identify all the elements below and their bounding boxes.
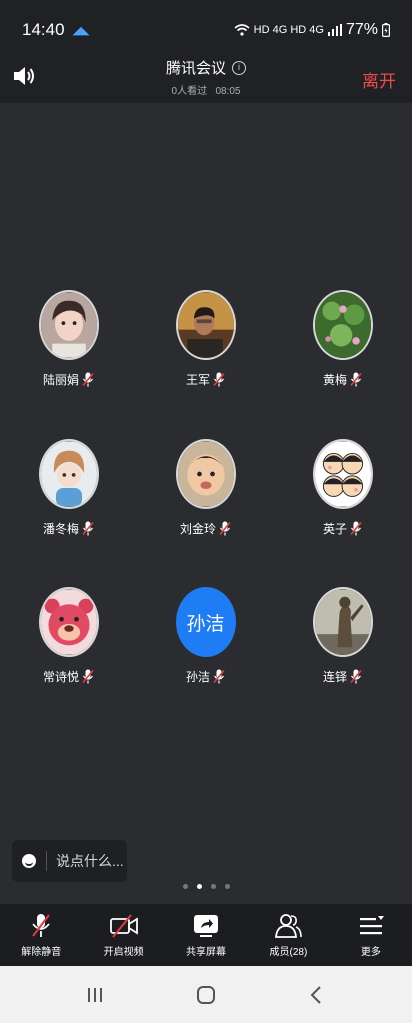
recent-apps-icon[interactable]	[84, 984, 106, 1006]
page-dot[interactable]	[210, 884, 216, 889]
mic-muted-icon	[350, 372, 362, 387]
mic-muted-icon	[219, 521, 231, 536]
member-tile[interactable]: 刘金玲	[137, 439, 274, 537]
more-label: 更多	[360, 946, 381, 958]
battery-icon	[382, 23, 390, 37]
mic-muted-icon	[213, 372, 225, 387]
members-icon	[275, 913, 303, 938]
member-tile[interactable]: 孙洁 孙洁	[137, 587, 274, 685]
avatar	[38, 290, 99, 360]
more-button[interactable]: 更多	[330, 904, 412, 966]
member-name: 常诗悦	[42, 670, 79, 684]
unmute-label: 解除静音	[21, 946, 62, 958]
member-tile[interactable]: 连铎	[274, 587, 411, 685]
avatar: 孙洁	[175, 587, 236, 657]
member-tile[interactable]: 王军	[137, 290, 274, 388]
share-screen-button[interactable]: 共享屏幕	[165, 904, 247, 966]
member-name: 连铎	[322, 670, 347, 684]
member-name: 王军	[185, 373, 210, 387]
meeting-toolbar: 解除静音 开启视频 共享屏幕 成员(28) 更多	[0, 904, 412, 966]
mic-muted-icon	[350, 669, 362, 684]
status-time: 14:40	[22, 20, 65, 39]
member-name: 陆丽娟	[42, 373, 79, 387]
members-button[interactable]: 成员(28)	[247, 904, 329, 966]
page-indicator	[0, 884, 412, 889]
mic-muted-icon	[82, 521, 94, 536]
meeting-title: 腾讯会议	[165, 60, 226, 77]
unmute-button[interactable]: 解除静音	[0, 904, 82, 966]
mic-muted-icon	[213, 669, 225, 684]
member-name: 潘冬梅	[42, 522, 79, 536]
meeting-title-block[interactable]: 腾讯会议 i 0人看过 08:05	[0, 57, 412, 97]
member-name: 英子	[322, 522, 347, 536]
avatar	[175, 290, 236, 360]
member-tile[interactable]: 英子	[274, 439, 411, 537]
network-indicator: HD 4G HD 4G	[253, 24, 324, 36]
avatar	[175, 439, 236, 509]
status-indicators: HD 4G HD 4G 77%	[234, 21, 390, 39]
mic-off-icon	[32, 913, 50, 937]
more-menu-icon	[359, 915, 384, 934]
wifi-icon	[234, 24, 250, 36]
emoji-icon[interactable]	[22, 854, 36, 868]
leave-button[interactable]: 离开	[362, 67, 396, 92]
avatar	[312, 439, 373, 509]
meeting-header: 腾讯会议 i 0人看过 08:05 离开	[0, 47, 412, 103]
mic-muted-icon	[350, 521, 362, 536]
share-screen-label: 共享屏幕	[186, 946, 227, 958]
member-name: 孙洁	[185, 670, 210, 684]
page-dot[interactable]	[182, 884, 188, 889]
video-off-icon	[109, 913, 138, 938]
home-icon[interactable]	[195, 984, 217, 1006]
avatar	[38, 439, 99, 509]
member-tile[interactable]: 黄梅	[274, 290, 411, 388]
start-video-button[interactable]: 开启视频	[82, 904, 164, 966]
signal-icon	[327, 24, 342, 36]
mic-muted-icon	[82, 669, 94, 684]
chat-divider	[46, 851, 47, 871]
meeting-duration: 08:05	[215, 86, 241, 97]
system-nav-bar	[0, 966, 412, 1023]
page-dot-active[interactable]	[196, 884, 202, 889]
avatar	[38, 587, 99, 657]
members-label: 成员(28)	[269, 946, 308, 958]
battery-percent: 77%	[345, 21, 378, 38]
share-screen-icon	[194, 914, 219, 937]
member-name: 刘金玲	[179, 522, 216, 536]
info-icon[interactable]: i	[232, 60, 246, 75]
viewer-count: 0人看过	[171, 86, 208, 97]
member-name: 黄梅	[322, 373, 347, 387]
member-tile[interactable]: 潘冬梅	[0, 439, 137, 537]
tencent-meeting-status-icon: ◢◣	[72, 24, 90, 37]
avatar	[312, 290, 373, 360]
chat-input[interactable]: 说点什么...	[12, 840, 127, 882]
back-icon[interactable]	[306, 984, 328, 1006]
member-tile[interactable]: 陆丽娟	[0, 290, 137, 388]
avatar-initials: 孙洁	[186, 613, 225, 635]
chat-placeholder: 说点什么...	[56, 853, 124, 869]
member-tile[interactable]: 常诗悦	[0, 587, 137, 685]
mic-muted-icon	[82, 372, 94, 387]
page-dot[interactable]	[224, 884, 230, 889]
avatar	[312, 587, 373, 657]
start-video-label: 开启视频	[103, 946, 144, 958]
